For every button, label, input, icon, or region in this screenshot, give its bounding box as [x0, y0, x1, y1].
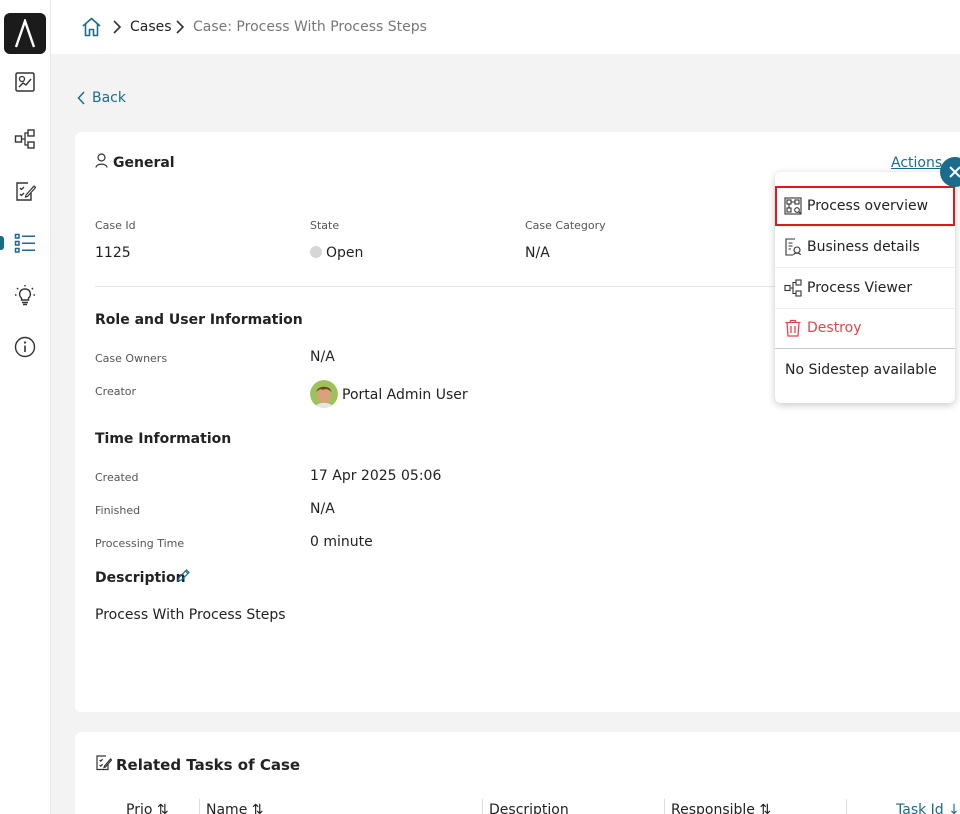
- breadcrumb-current-case: Case: Process With Process Steps: [193, 19, 427, 35]
- column-divider: [846, 799, 847, 814]
- column-header-task-id[interactable]: Task Id ↓: [896, 802, 960, 814]
- state-text: Open: [326, 245, 364, 261]
- menu-item-business-details[interactable]: Business details: [775, 227, 955, 267]
- tasks-icon: [96, 755, 112, 771]
- creator-value: Portal Admin User: [342, 387, 468, 403]
- lightbulb-icon[interactable]: [13, 283, 37, 307]
- case-category-label: Case Category: [525, 219, 606, 232]
- created-value: 17 Apr 2025 05:06: [310, 468, 442, 484]
- processing-time-label: Processing Time: [95, 537, 185, 550]
- processes-icon[interactable]: [13, 127, 37, 151]
- business-details-icon: [785, 238, 802, 256]
- state-dot-icon: [310, 246, 322, 258]
- column-header-prio[interactable]: Prio ⇅: [126, 802, 169, 814]
- processing-time-value: 0 minute: [310, 534, 373, 550]
- avatar: [310, 380, 338, 408]
- tasks-icon[interactable]: [13, 179, 37, 203]
- creator-label: Creator: [95, 385, 137, 398]
- menu-item-process-viewer[interactable]: Process Viewer: [775, 268, 955, 308]
- state-value: Open: [310, 245, 363, 261]
- cases-icon[interactable]: [13, 231, 37, 255]
- column-divider: [664, 799, 665, 814]
- user-icon: [95, 153, 108, 168]
- column-divider: [482, 799, 483, 814]
- actions-link[interactable]: Actions: [891, 155, 942, 171]
- menu-item-label: Process overview: [807, 198, 929, 214]
- process-overview-icon: [784, 197, 802, 215]
- home-icon[interactable]: [81, 17, 102, 41]
- sidebar: [0, 0, 51, 814]
- column-divider: [199, 799, 200, 814]
- back-button[interactable]: Back: [77, 90, 126, 106]
- column-header-description[interactable]: Description: [489, 802, 569, 814]
- case-id-label: Case Id: [95, 219, 136, 232]
- case-id-value: 1125: [95, 245, 131, 261]
- dashboard-icon[interactable]: [13, 70, 37, 94]
- case-category-value: N/A: [525, 245, 550, 261]
- column-label: Name: [206, 802, 248, 814]
- sort-icon: ⇅: [759, 802, 772, 814]
- role-section-title: Role and User Information: [95, 312, 303, 328]
- menu-item-process-overview[interactable]: Process overview: [775, 186, 955, 226]
- menu-item-label: Process Viewer: [807, 280, 913, 296]
- description-title: Description: [95, 570, 186, 586]
- top-bar: Cases Case: Process With Process Steps: [51, 0, 960, 54]
- sort-icon: ⇅: [251, 802, 264, 814]
- sort-icon: ⇅: [156, 802, 169, 814]
- menu-divider: [775, 348, 955, 349]
- created-label: Created: [95, 471, 139, 484]
- time-section-title: Time Information: [95, 431, 232, 447]
- active-nav-marker: [0, 236, 4, 250]
- menu-item-label: Destroy: [807, 320, 862, 336]
- case-owners-label: Case Owners: [95, 352, 168, 365]
- process-viewer-icon: [784, 279, 802, 297]
- no-sidestep-note: No Sidestep available: [785, 362, 937, 378]
- breadcrumb-cases[interactable]: Cases: [130, 19, 172, 35]
- pencil-icon[interactable]: [176, 568, 191, 583]
- menu-item-label: Business details: [807, 239, 920, 255]
- info-icon[interactable]: [13, 335, 37, 359]
- state-label: State: [310, 219, 340, 232]
- menu-item-destroy[interactable]: Destroy: [775, 308, 955, 348]
- sort-desc-icon: ↓: [948, 802, 960, 814]
- column-header-responsible[interactable]: Responsible ⇅: [671, 802, 771, 814]
- column-header-name[interactable]: Name ⇅: [206, 802, 264, 814]
- chevron-right-icon: [113, 20, 122, 34]
- column-label: Task Id: [896, 802, 944, 814]
- case-owners-value: N/A: [310, 349, 335, 365]
- section-divider: [95, 286, 795, 287]
- chevron-left-icon: [77, 91, 85, 105]
- chevron-right-icon: [176, 20, 185, 34]
- actions-menu: Process overview Business details Proces…: [775, 172, 955, 403]
- finished-label: Finished: [95, 504, 141, 517]
- app-logo[interactable]: [4, 13, 46, 54]
- column-label: Responsible: [671, 802, 755, 814]
- close-icon: [949, 166, 960, 178]
- finished-value: N/A: [310, 501, 335, 517]
- trash-icon: [785, 319, 801, 337]
- back-label: Back: [92, 90, 126, 106]
- general-title: General: [113, 155, 175, 171]
- column-label: Prio: [126, 802, 153, 814]
- description-value: Process With Process Steps: [95, 607, 286, 623]
- related-tasks-title: Related Tasks of Case: [116, 756, 301, 774]
